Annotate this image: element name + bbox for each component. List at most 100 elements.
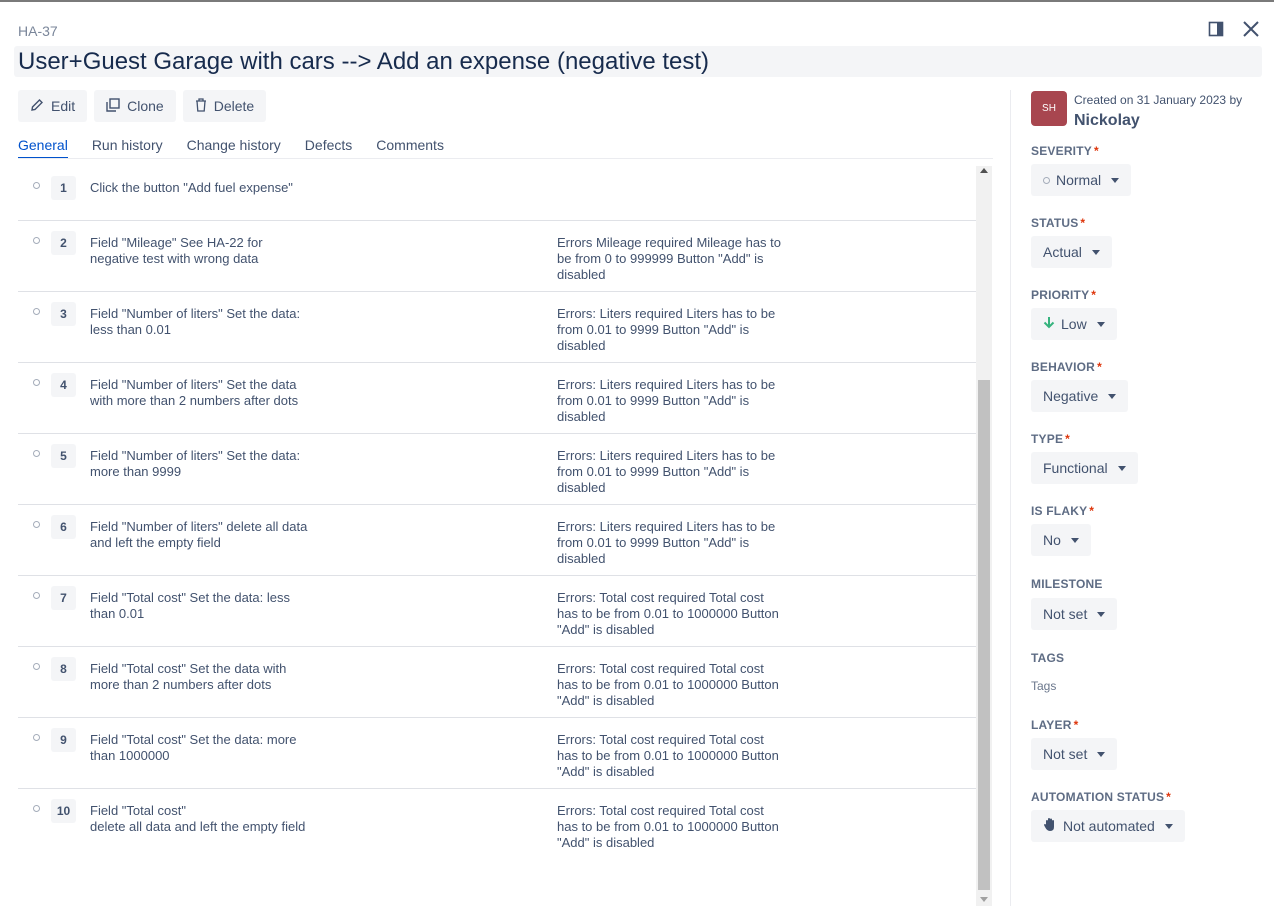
chevron-down-icon [1111,177,1120,183]
behavior-dropdown[interactable]: Negative [1031,380,1129,412]
step-action: Click the button "Add fuel expense" [90,180,293,195]
step-number: 9 [51,728,76,752]
created-date: Created on 31 January 2023 by [1074,93,1243,107]
step-row[interactable]: 3 Field "Number of liters" Set the data:… [18,292,976,363]
tab-defects[interactable]: Defects [305,137,352,159]
step-number: 6 [51,515,76,539]
step-action: Field "Mileage" See HA-22 for negative t… [90,235,263,266]
delete-button[interactable]: Delete [182,90,267,122]
close-icon[interactable] [1242,20,1260,43]
step-row[interactable]: 9 Field "Total cost" Set the data: more … [18,718,976,789]
step-expected: Errors: Liters required Liters has to be… [557,519,776,566]
step-row[interactable]: 4 Field "Number of liters" Set the data … [18,363,976,434]
step-row[interactable]: 6 Field "Number of liters" delete all da… [18,505,976,576]
status-dropdown[interactable]: Actual [1031,236,1112,268]
pencil-icon [30,98,44,115]
chevron-down-icon [1070,537,1079,543]
step-row[interactable]: 10 Field "Total cost" delete all data an… [18,789,976,859]
type-dropdown[interactable]: Functional [1031,452,1138,484]
type-value: Functional [1043,460,1108,476]
panel-toggle-icon[interactable] [1208,21,1224,42]
behavior-label: BEHAVIOR * [1031,360,1102,374]
author-name[interactable]: Nickolay [1074,112,1140,130]
step-radio[interactable] [33,182,40,189]
details-sidebar: SH Created on 31 January 2023 by Nickola… [1031,90,1261,842]
tab-change-history[interactable]: Change history [187,137,281,159]
step-expected: Errors Mileage required Mileage has to b… [557,235,781,282]
step-number: 2 [51,231,76,255]
delete-label: Delete [213,98,255,114]
layer-label: LAYER * [1031,718,1079,732]
chevron-down-icon [1108,393,1117,399]
step-row[interactable]: 5 Field "Number of liters" Set the data:… [18,434,976,505]
milestone-label: MILESTONE [1031,577,1103,591]
behavior-value: Negative [1043,388,1099,404]
edit-label: Edit [51,98,76,114]
type-label: TYPE * [1031,432,1071,446]
severity-label: SEVERITY * [1031,144,1099,158]
step-expected: Errors: Total cost required Total cost h… [557,590,779,637]
clone-button[interactable]: Clone [94,90,176,122]
chevron-down-icon [1097,611,1106,617]
step-action: Field "Total cost" Set the data: more th… [90,732,297,763]
tab-bar: General Run history Change history Defec… [18,137,444,159]
step-radio[interactable] [33,237,40,244]
steps-list[interactable]: 1 Click the button "Add fuel expense" 2 … [18,166,976,906]
clone-label: Clone [127,98,164,114]
tab-run-history[interactable]: Run history [92,137,163,159]
automation-status-dropdown[interactable]: Not automated [1031,810,1185,842]
title-container[interactable]: User+Guest Garage with cars --> Add an e… [14,46,1262,77]
chevron-down-icon [1091,249,1100,255]
chevron-down-icon [1117,465,1126,471]
status-value: Actual [1043,244,1082,260]
step-radio[interactable] [33,379,40,386]
step-radio[interactable] [33,734,40,741]
tab-general[interactable]: General [18,137,68,159]
step-radio[interactable] [33,805,40,812]
milestone-value: Not set [1043,606,1088,622]
milestone-dropdown[interactable]: Not set [1031,598,1118,630]
tags-input[interactable]: Tags [1031,679,1056,693]
status-label: STATUS * [1031,216,1086,230]
scroll-thumb[interactable] [978,380,990,890]
step-action: Field "Total cost" Set the data: less th… [90,590,290,621]
steps-scrollbar[interactable] [976,166,992,906]
step-radio[interactable] [33,521,40,528]
priority-label: PRIORITY * [1031,288,1097,302]
layer-dropdown[interactable]: Not set [1031,738,1118,770]
step-number: 8 [51,657,76,681]
is-flaky-dropdown[interactable]: No [1031,524,1091,556]
step-number: 3 [51,302,76,326]
step-action: Field "Number of liters" Set the data: l… [90,306,301,337]
step-radio[interactable] [33,308,40,315]
step-action: Field "Number of liters" Set the data wi… [90,377,299,408]
chevron-down-icon [1097,751,1106,757]
priority-dropdown[interactable]: Low [1031,308,1117,340]
severity-value: Normal [1056,172,1102,188]
step-action: Field "Total cost" delete all data and l… [90,803,306,834]
window-controls [1208,20,1260,43]
step-expected: Errors: Liters required Liters has to be… [557,377,776,424]
step-row[interactable]: 8 Field "Total cost" Set the data with m… [18,647,976,718]
window-top-border [0,0,1274,2]
step-row[interactable]: 7 Field "Total cost" Set the data: less … [18,576,976,647]
step-expected: Errors: Total cost required Total cost h… [557,803,779,850]
severity-dropdown[interactable]: Normal [1031,164,1132,196]
edit-button[interactable]: Edit [18,90,88,122]
step-row[interactable]: 1 Click the button "Add fuel expense" [18,166,976,221]
step-radio[interactable] [33,663,40,670]
is-flaky-label: IS FLAKY * [1031,504,1095,518]
scroll-up-arrow-icon[interactable] [980,168,988,173]
step-number: 5 [51,444,76,468]
step-row[interactable]: 2 Field "Mileage" See HA-22 for negative… [18,221,976,292]
avatar[interactable]: SH [1031,91,1067,126]
chevron-down-icon [1096,321,1105,327]
page-title[interactable]: User+Guest Garage with cars --> Add an e… [18,48,709,76]
step-radio[interactable] [33,592,40,599]
tab-comments[interactable]: Comments [376,137,444,159]
scroll-down-arrow-icon[interactable] [980,897,988,902]
step-radio[interactable] [33,450,40,457]
is-flaky-value: No [1043,532,1061,548]
step-expected: Errors: Total cost required Total cost h… [557,661,779,708]
step-number: 1 [51,176,76,200]
